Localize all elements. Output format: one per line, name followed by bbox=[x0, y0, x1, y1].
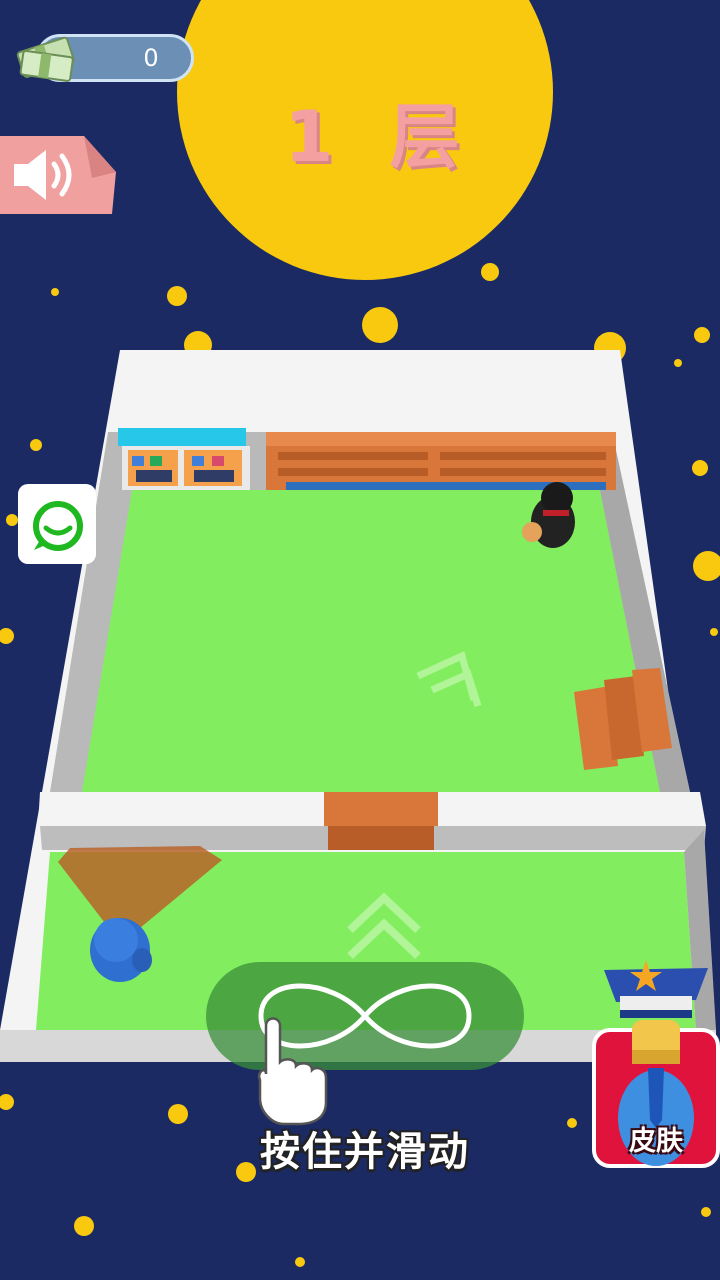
skin-button-label: 皮肤 bbox=[629, 1126, 683, 1157]
money-counter: 0 bbox=[14, 30, 194, 86]
door bbox=[324, 792, 438, 850]
swipe-control-area[interactable] bbox=[206, 962, 524, 1126]
cash-stack-icon bbox=[16, 36, 75, 82]
bookshelf bbox=[118, 428, 250, 490]
money-value: 0 bbox=[143, 44, 159, 72]
sound-toggle-button[interactable] bbox=[0, 136, 116, 216]
counter-cabinet bbox=[266, 432, 616, 490]
infinity-swipe-icon bbox=[206, 962, 524, 1126]
hint-text: 按住并滑动 bbox=[260, 1129, 470, 1175]
speaker-icon bbox=[0, 136, 116, 214]
level-label: 1 层 bbox=[284, 96, 476, 178]
chat-bubble-icon bbox=[33, 501, 83, 551]
chat-button[interactable] bbox=[18, 484, 96, 564]
skin-button[interactable]: 皮肤 bbox=[592, 950, 720, 1170]
